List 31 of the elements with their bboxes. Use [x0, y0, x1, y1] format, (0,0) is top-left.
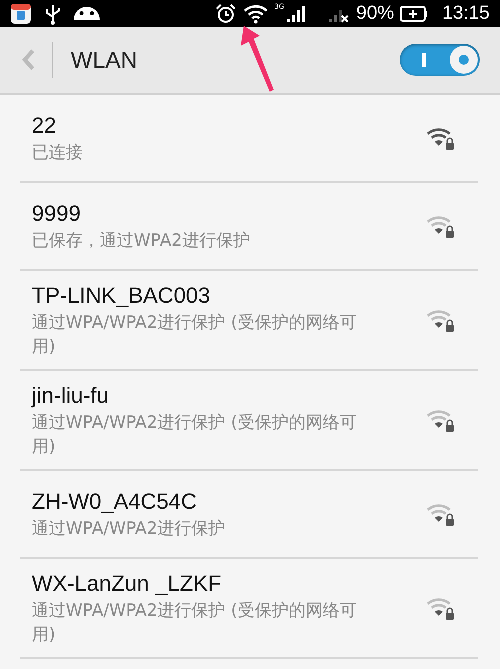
network-name: WX-LanZun _LZKF	[32, 570, 223, 598]
alarm-icon	[214, 2, 237, 24]
network-item[interactable]: TP-LINK_BAC003 通过WPA/WPA2进行保护 (受保护的网络可用)	[20, 271, 478, 371]
signal-icon	[286, 4, 306, 22]
wifi-icon	[242, 4, 269, 24]
network-item[interactable]: jin-liu-fu 通过WPA/WPA2进行保护 (受保护的网络可用)	[20, 371, 478, 471]
network-name: ZH-W0_A4C54C	[32, 488, 198, 516]
battery-icon	[400, 4, 428, 22]
network-status: 通过WPA/WPA2进行保护 (受保护的网络可用)	[32, 412, 358, 459]
network-name: 9999	[32, 200, 82, 228]
pointer-arrow	[240, 24, 276, 94]
network-name: jin-liu-fu	[32, 382, 110, 410]
window-title: WLAN	[71, 46, 138, 74]
network-status: 通过WPA/WPA2进行保护	[32, 518, 227, 541]
network-item[interactable]: 9999 已保存，通过WPA2进行保护	[20, 183, 478, 271]
network-status: 已连接	[32, 142, 84, 165]
app-icon	[10, 2, 32, 24]
network-item[interactable]: WX-LanZun _LZKF 通过WPA/WPA2进行保护 (受保护的网络可用)	[20, 559, 478, 659]
network-name: TP-LINK_BAC003	[32, 282, 212, 310]
clock: 13:15	[442, 2, 490, 24]
network-item[interactable]: 22 已连接	[20, 95, 478, 183]
network-status: 通过WPA/WPA2进行保护 (受保护的网络可用)	[32, 312, 358, 359]
network-name: 22	[32, 112, 58, 140]
network-item[interactable]: ZH-W0_A4C54C 通过WPA/WPA2进行保护	[20, 471, 478, 559]
android-icon	[74, 7, 100, 20]
network-status: 已保存，通过WPA2进行保护	[32, 230, 252, 253]
usb-icon	[44, 2, 62, 24]
network-status: 通过WPA/WPA2进行保护 (受保护的网络可用)	[32, 600, 358, 647]
wifi-toggle[interactable]	[400, 44, 480, 76]
back-icon	[22, 48, 36, 72]
battery-percent: 90%	[356, 2, 394, 24]
